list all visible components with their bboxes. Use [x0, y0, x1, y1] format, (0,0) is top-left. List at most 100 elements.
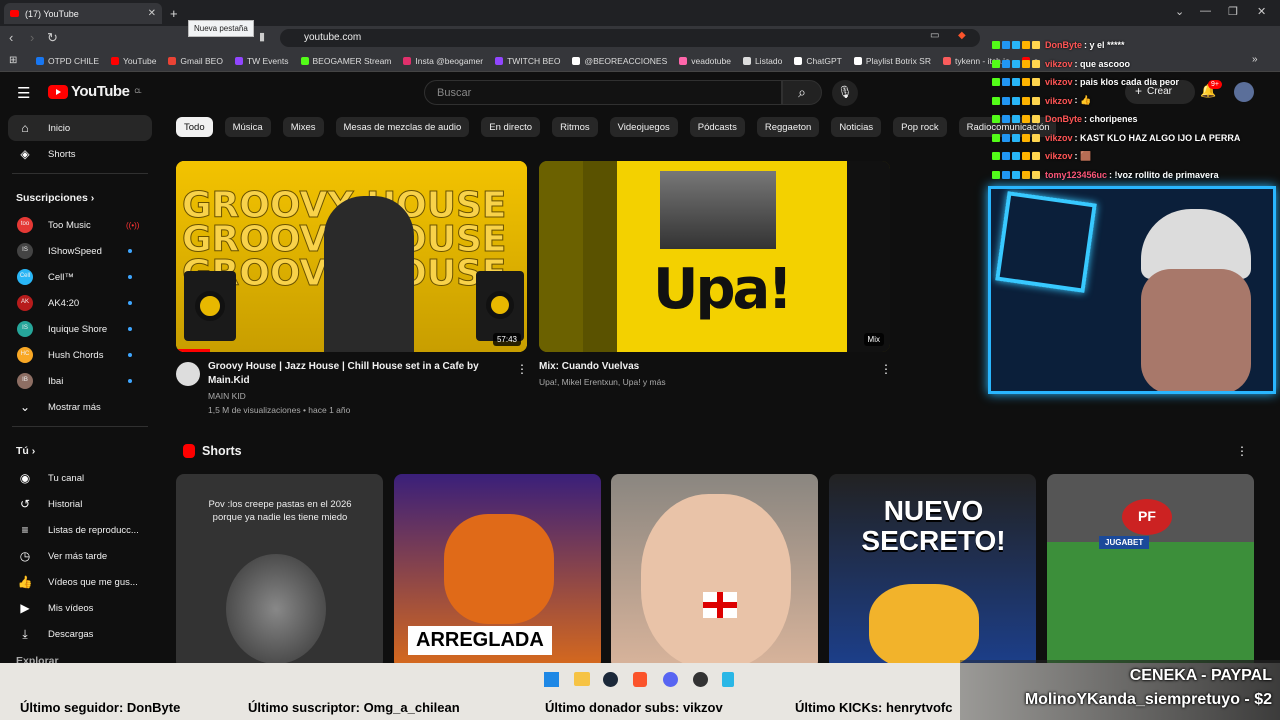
sidebar-item[interactable]: ⤓ Descargas: [0, 621, 160, 647]
bookmark-item[interactable]: ChatGPT: [794, 56, 842, 66]
shorts-menu-icon[interactable]: ⋮: [1236, 444, 1248, 458]
subscriptions-heading[interactable]: Suscripciones ›: [0, 180, 160, 212]
sidebar-item[interactable]: 👍 Vídeos que me gus...: [0, 569, 160, 595]
bookmark-item[interactable]: TWITCH BEO: [495, 56, 560, 66]
category-chip[interactable]: Pop rock: [893, 117, 947, 137]
subscription-item[interactable]: Cell Cell™: [0, 264, 160, 290]
voice-search-button[interactable]: 🎙: [832, 80, 858, 106]
category-chip[interactable]: Noticias: [831, 117, 882, 137]
sidebar-item[interactable]: ▶ Mis vídeos: [0, 595, 160, 621]
search-button[interactable]: ⌕: [782, 80, 822, 105]
sidebar-item[interactable]: ◷ Ver más tarde: [0, 543, 160, 569]
new-tab-button[interactable]: +: [170, 6, 178, 21]
bookmark-item[interactable]: Insta @beogamer: [403, 56, 483, 66]
youtube-logo[interactable]: YouTube CL: [48, 83, 142, 100]
sidebar-item[interactable]: ≡ Listas de reproducc...: [0, 517, 160, 543]
minimize-icon[interactable]: —: [1200, 5, 1211, 17]
bookmark-item[interactable]: @BEOREACCIONES: [572, 56, 667, 66]
bookmark-icon[interactable]: ▮: [259, 30, 265, 43]
chat-message: DonByte : y el *****: [992, 36, 1280, 55]
subscription-item[interactable]: AK AK4:20: [0, 290, 160, 316]
badge-icon: [992, 115, 1000, 124]
bookmark-item[interactable]: TW Events: [234, 56, 289, 66]
reload-icon[interactable]: ↻: [47, 30, 58, 46]
obs-icon[interactable]: [693, 672, 708, 687]
forward-icon[interactable]: ›: [30, 30, 34, 45]
bookmark-label: Gmail BEO: [180, 55, 223, 66]
category-chip[interactable]: En directo: [481, 117, 541, 137]
bookmark-item[interactable]: OTPD CHILE: [36, 56, 99, 66]
short-4[interactable]: NUEVO SECRETO!: [829, 474, 1036, 669]
video-menu-icon-1[interactable]: ⋮: [516, 362, 528, 376]
chat-username: vikzov: [1045, 151, 1073, 162]
restore-icon[interactable]: ❐: [1228, 5, 1238, 18]
video-channel-2[interactable]: Upa!, Mikel Erentxun, Upa! y más: [539, 375, 666, 389]
sidebar-item[interactable]: ◈ Shorts: [0, 141, 160, 167]
short-5[interactable]: PF JUGABET: [1047, 474, 1254, 669]
category-chip[interactable]: Música: [224, 117, 271, 137]
apps-grid-icon[interactable]: ⊞: [9, 55, 17, 66]
subscription-item[interactable]: too Too Music ((•)): [0, 212, 160, 238]
bookmark-item[interactable]: Gmail BEO: [168, 56, 223, 66]
brave-icon[interactable]: [633, 672, 647, 687]
discord-icon[interactable]: [663, 672, 678, 687]
sidebar-item[interactable]: ↺ Historial: [0, 491, 160, 517]
youtube-favicon-icon: [10, 10, 19, 17]
channel-avatar-1[interactable]: [176, 362, 200, 386]
subscription-item[interactable]: IS Iquique Shore: [0, 316, 160, 342]
short-3[interactable]: [611, 474, 818, 669]
category-chip[interactable]: Mesas de mezclas de audio: [335, 117, 470, 137]
badge-icon: [1032, 133, 1040, 142]
badge-icon: [992, 78, 1000, 87]
back-icon[interactable]: ‹: [9, 30, 13, 45]
show-more-button[interactable]: ⌄ Mostrar más: [0, 394, 160, 420]
category-chip[interactable]: Mixes: [282, 117, 324, 137]
video-title-1[interactable]: Groovy House | Jazz House | Chill House …: [208, 360, 498, 388]
bookmark-item[interactable]: Playlist Botrix SR: [853, 56, 931, 66]
category-chip[interactable]: Reggaeton: [756, 117, 820, 137]
category-chip[interactable]: Videojuegos: [609, 117, 678, 137]
short-2[interactable]: ARREGLADA: [394, 474, 601, 669]
subscription-item[interactable]: HC Hush Chords: [0, 342, 160, 368]
short-4-caption: NUEVO SECRETO!: [861, 495, 1006, 556]
category-chip[interactable]: Ritmos: [552, 117, 598, 137]
category-chip[interactable]: Todo: [176, 117, 213, 137]
bookmark-favicon-icon: [794, 56, 803, 65]
you-heading[interactable]: Tú ›: [0, 433, 160, 465]
menu-icon[interactable]: ☰: [17, 84, 30, 102]
url-field[interactable]: youtube.com: [280, 29, 980, 47]
start-icon[interactable]: [544, 672, 559, 687]
bookmark-item[interactable]: Listado: [742, 56, 782, 66]
tab-search-icon[interactable]: ⌄: [1175, 5, 1184, 18]
video-title-2[interactable]: Mix: Cuando Vuelvas: [539, 360, 839, 374]
bookmark-label: Insta @beogamer: [415, 55, 484, 66]
app-icon[interactable]: [722, 672, 734, 687]
file-explorer-icon[interactable]: [574, 672, 590, 686]
chat-message: vikzov : KAST KLO HAZ ALGO IJO LA PERRA: [992, 129, 1280, 148]
video-thumbnail-1[interactable]: GROOVY HOUSE GROOVY HOUSE GROOVY HOUSE 5…: [176, 161, 527, 352]
close-tab-icon[interactable]: ✕: [148, 8, 156, 19]
bookmark-item[interactable]: veadotube: [679, 56, 731, 66]
video-menu-icon-2[interactable]: ⋮: [880, 362, 892, 376]
sidebar-item-label: Mis vídeos: [48, 602, 94, 614]
cast-icon[interactable]: ▭: [930, 30, 939, 41]
close-window-icon[interactable]: ✕: [1257, 5, 1266, 18]
badge-icon: [1022, 115, 1030, 124]
brave-shield-icon[interactable]: ◆: [958, 30, 966, 41]
subscription-item[interactable]: IS IShowSpeed: [0, 238, 160, 264]
video-thumbnail-2[interactable]: Upa! Mix: [539, 161, 890, 352]
video-channel-1[interactable]: MAIN KID: [208, 389, 246, 403]
steam-icon[interactable]: [603, 672, 618, 687]
short-1[interactable]: Pov :los creepe pastas en el 2026 porque…: [176, 474, 383, 669]
sidebar-item[interactable]: ◉ Tu canal: [0, 465, 160, 491]
bookmark-item[interactable]: BEOGAMER Stream: [300, 56, 391, 66]
sidebar-item[interactable]: ⌂ Inicio: [8, 115, 152, 141]
chat-username: DonByte: [1045, 40, 1083, 51]
tab-youtube[interactable]: (17) YouTube ✕: [4, 3, 162, 24]
bookmark-favicon-icon: [853, 56, 862, 65]
badge-icon: [1012, 41, 1020, 50]
subscription-item[interactable]: IB Ibai: [0, 368, 160, 394]
search-input[interactable]: Buscar: [424, 80, 782, 105]
category-chip[interactable]: Pódcasts: [689, 117, 745, 137]
bookmark-item[interactable]: YouTube: [111, 56, 156, 66]
